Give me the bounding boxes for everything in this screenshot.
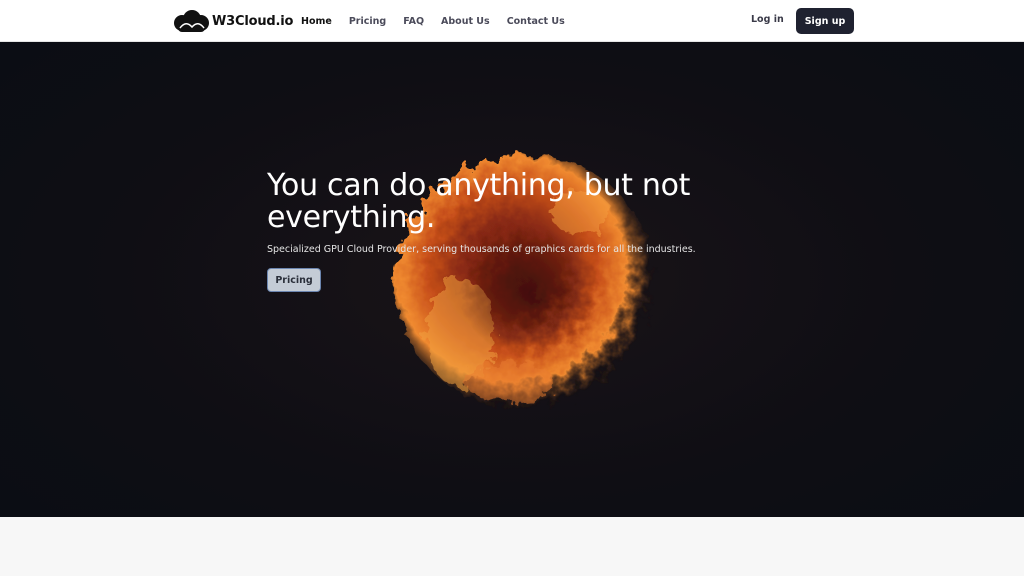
signup-button[interactable]: Sign up [796,8,854,34]
brand-name: W3Cloud.io [212,13,294,29]
nav-link-contact-us[interactable]: Contact Us [507,16,565,27]
hero-title: You can do anything, but not everything. [267,168,691,235]
cloud-logo-icon [174,10,209,32]
hero-section: You can do anything, but not everything.… [0,42,1024,517]
hero-pricing-button[interactable]: Pricing [267,268,321,292]
main-nav: Home Pricing FAQ About Us Contact Us [301,0,582,42]
nav-link-faq[interactable]: FAQ [403,16,424,27]
nav-link-home[interactable]: Home [301,16,332,27]
top-navbar: W3Cloud.io Home Pricing FAQ About Us Con… [0,0,1024,42]
hero-content: You can do anything, but not everything.… [267,170,767,292]
login-link[interactable]: Log in [751,14,784,25]
nav-link-about-us[interactable]: About Us [441,16,490,27]
hero-subtitle: Specialized GPU Cloud Provider, serving … [267,244,696,255]
nav-link-pricing[interactable]: Pricing [349,16,386,27]
brand-logo-link[interactable]: W3Cloud.io [172,8,293,34]
below-hero-section [0,517,1024,576]
